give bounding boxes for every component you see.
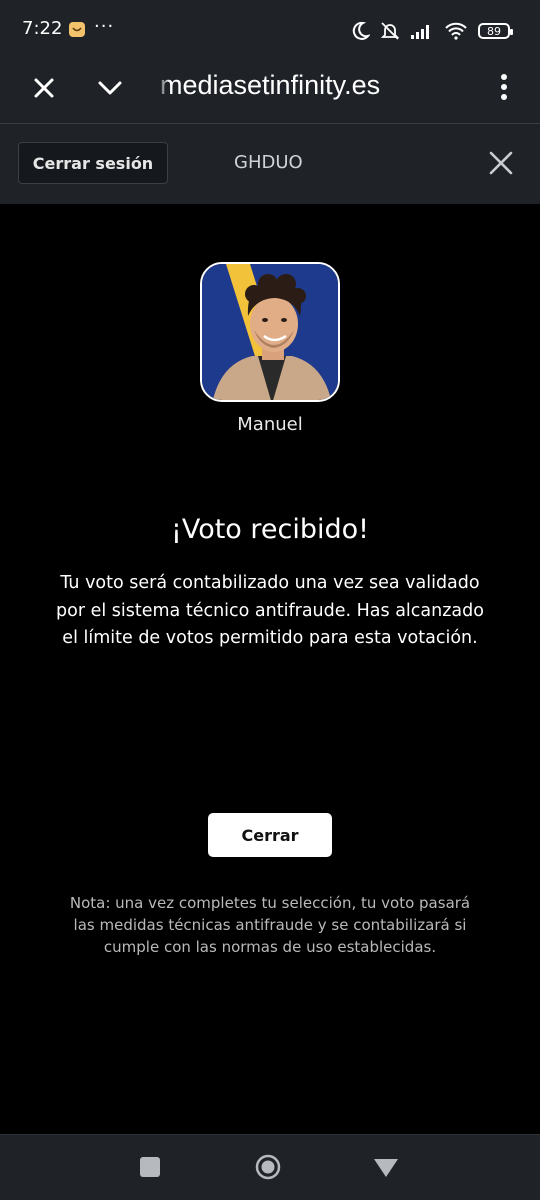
- candidate-photo: [202, 264, 338, 400]
- system-navigation-bar: [0, 1134, 540, 1200]
- back-triangle-icon[interactable]: [372, 1157, 400, 1179]
- browser-url-bar: mediasetinfinity.es: [0, 60, 540, 124]
- url-fade: [156, 68, 170, 108]
- vote-confirmation: Manuel ¡Voto recibido! Tu voto será cont…: [0, 204, 540, 1134]
- home-circle-icon[interactable]: [255, 1154, 281, 1180]
- more-notifications-icon: ···: [94, 16, 115, 37]
- moon-icon: [352, 21, 370, 40]
- logout-button[interactable]: Cerrar sesión: [18, 142, 168, 184]
- page-toolbar: Cerrar sesión GHDUO: [0, 124, 540, 204]
- confirmation-title: ¡Voto recibido!: [171, 514, 369, 545]
- recents-square-icon[interactable]: [140, 1157, 160, 1177]
- signal-icon: [411, 25, 429, 39]
- status-icons: 89: [350, 18, 513, 44]
- more-vertical-icon[interactable]: [498, 72, 510, 102]
- close-icon[interactable]: [30, 74, 58, 102]
- app-notification-icon: [69, 22, 85, 37]
- battery-icon: 89: [478, 23, 513, 39]
- status-time: 7:22: [22, 18, 63, 39]
- confirmation-message: Tu voto será contabilizado una vez sea v…: [56, 573, 484, 648]
- muted-bell-icon: [380, 22, 400, 40]
- candidate-avatar: [200, 262, 340, 402]
- wifi-icon: [445, 22, 467, 40]
- status-bar: 7:22 ··· 89: [0, 0, 540, 60]
- close-button[interactable]: Cerrar: [208, 813, 332, 857]
- candidate-name: Manuel: [237, 414, 303, 435]
- user-code: GHDUO: [234, 152, 303, 173]
- chevron-down-icon[interactable]: [96, 74, 124, 102]
- antifraud-note: Nota: una vez completes tu selección, tu…: [69, 894, 471, 956]
- close-icon[interactable]: [488, 150, 514, 176]
- battery-level: 89: [487, 24, 501, 38]
- url-text[interactable]: mediasetinfinity.es: [160, 70, 380, 101]
